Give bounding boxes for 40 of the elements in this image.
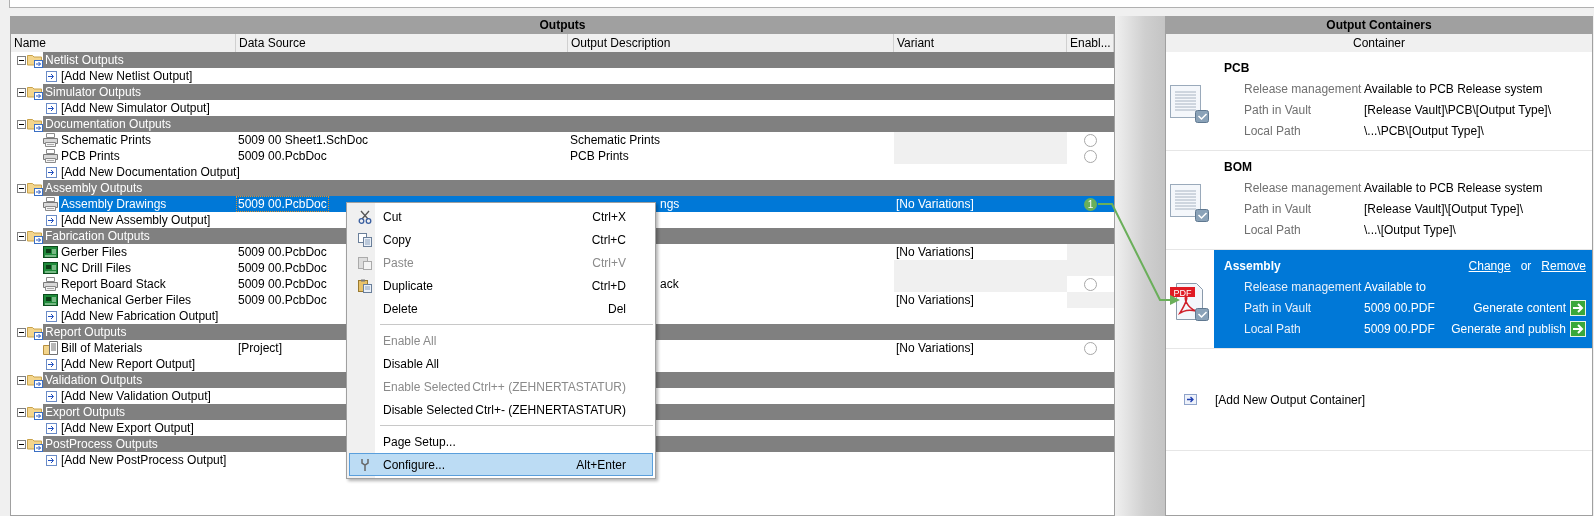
description-cell: PCB Prints: [570, 148, 629, 164]
data-source-cell-text: 5009 00.PcbDoc: [237, 292, 328, 308]
field-value: Available to: [1364, 279, 1426, 294]
data-source-cell-text: 5009 00.PcbDoc: [237, 260, 328, 276]
field-value: \...\PCB\[Output Type]\: [1364, 123, 1484, 138]
variant-cell-text: [No Variations]: [895, 196, 975, 212]
field-label: Path in Vault: [1243, 102, 1313, 117]
field-label: Release management: [1243, 81, 1363, 96]
panel-title: Outputs: [11, 17, 1114, 34]
panel-title: Output Containers: [1166, 17, 1592, 34]
data-source-cell-text: 5009 00 Sheet1.SchDoc: [237, 132, 370, 148]
data-source-cell-text: [Project]: [237, 340, 283, 356]
field-value: Available to PCB Release system: [1364, 81, 1543, 96]
data-source-cell-text: 5009 00.PcbDoc: [237, 148, 328, 164]
container-title: PCB: [1224, 61, 1250, 75]
field-label: Local Path: [1243, 123, 1302, 138]
container-title: Assembly: [1224, 259, 1281, 273]
field-label: Path in Vault: [1243, 201, 1313, 216]
field-value: 5009 00.PDF: [1364, 321, 1435, 336]
data-source-cell: 5009 00.PcbDoc: [236, 196, 329, 212]
description-cell: Schematic Prints: [570, 132, 661, 148]
field-value: \...\[Output Type]\: [1364, 222, 1456, 237]
field-value: Available to PCB Release system: [1364, 180, 1543, 195]
description-cell: ngs: [660, 196, 680, 212]
variant-cell-text: [No Variations]: [895, 292, 975, 308]
container-title: BOM: [1224, 160, 1252, 174]
link-separator-text: or: [1520, 259, 1532, 273]
field-value: [Release Vault]\[Output Type]\: [1364, 201, 1523, 216]
field-label: Local Path: [1243, 321, 1302, 336]
field-label: Release management: [1243, 180, 1363, 195]
data-source-cell-text: 5009 00.PcbDoc: [237, 276, 328, 292]
field-value: 5009 00.PDF: [1364, 300, 1435, 315]
field-label: Path in Vault: [1243, 300, 1313, 315]
data-source-cell-text: 5009 00.PcbDoc: [237, 244, 328, 260]
field-label: Release management: [1243, 279, 1363, 294]
field-value: [Release Vault]\PCB\[Output Type]\: [1364, 102, 1551, 117]
variant-cell-text: [No Variations]: [895, 244, 975, 260]
field-label: Local Path: [1243, 222, 1302, 237]
description-cell: ack: [660, 276, 679, 292]
variant-cell-text: [No Variations]: [895, 340, 975, 356]
